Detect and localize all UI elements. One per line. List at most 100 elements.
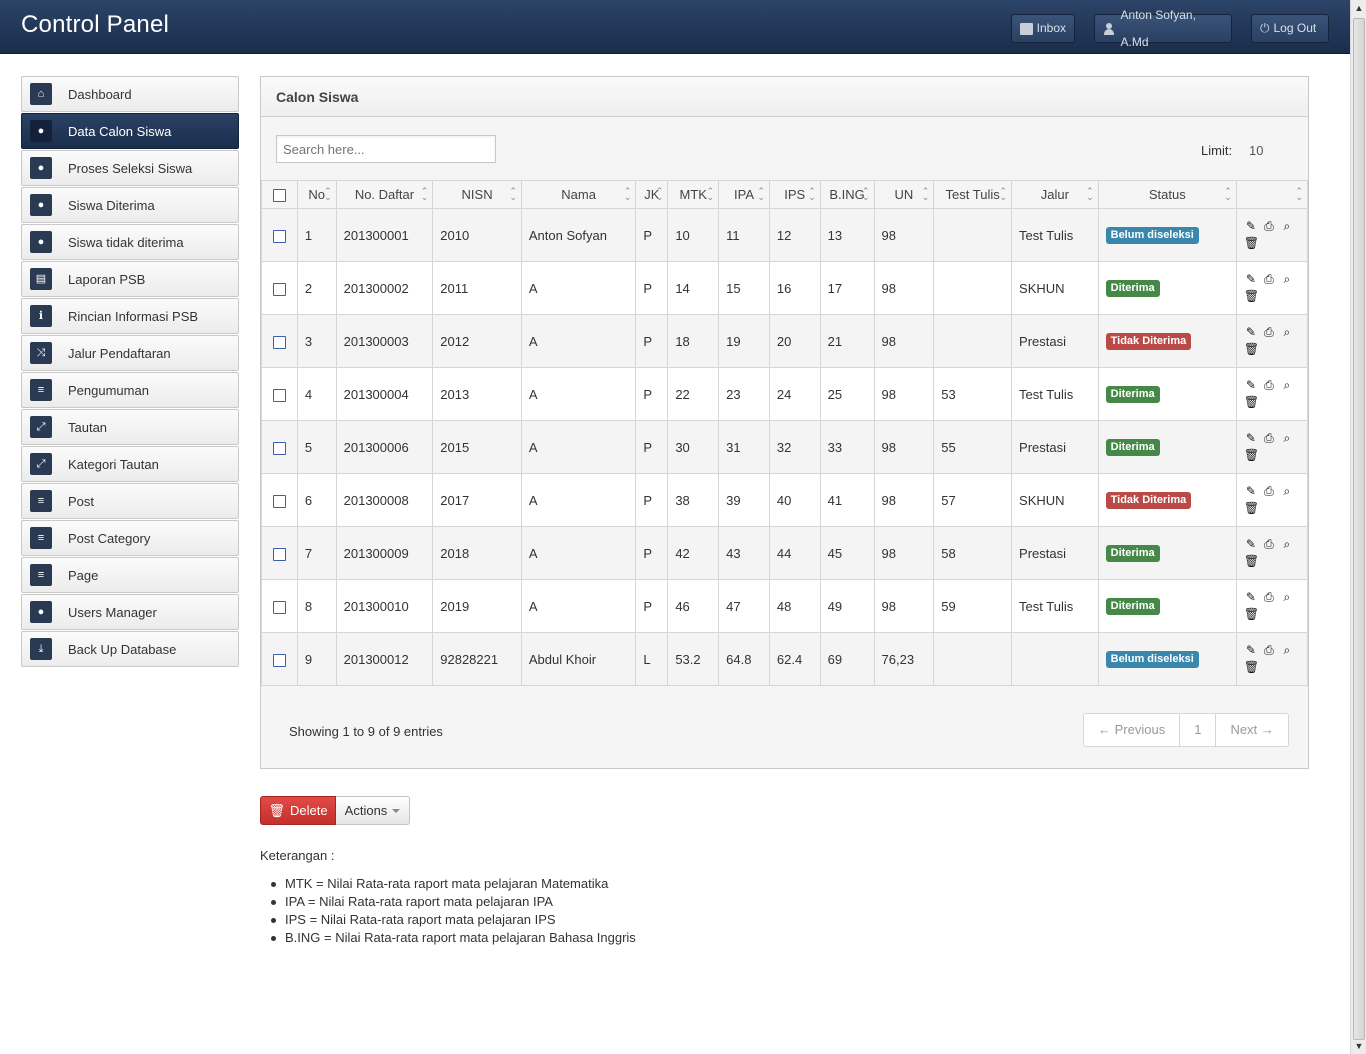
cell-no: 2	[296, 261, 337, 315]
column-header[interactable]: IPA ⌃ ⌄	[718, 180, 770, 209]
user-button[interactable]: Anton Sofyan, A.Md	[1094, 8, 1232, 49]
zoom-icon[interactable]: ⌕	[1280, 431, 1294, 446]
search-input[interactable]	[276, 135, 496, 163]
print-icon[interactable]: ⎙	[1262, 325, 1276, 340]
sidebar-item-label: Tautan	[68, 419, 108, 435]
logout-button[interactable]: ⏻ Log Out	[1251, 14, 1329, 43]
delete-button[interactable]: 🗑 Delete	[260, 796, 336, 825]
zoom-icon[interactable]: ⌕	[1280, 378, 1294, 393]
limit-select[interactable]: 10	[1249, 143, 1263, 158]
row-checkbox[interactable]	[272, 547, 286, 561]
trash-icon[interactable]: 🗑	[1244, 501, 1259, 516]
row-checkbox[interactable]	[272, 388, 286, 402]
column-header[interactable]: NISN ⌃ ⌄	[432, 180, 522, 209]
trash-icon[interactable]: 🗑	[1244, 554, 1259, 569]
column-header[interactable]: No ⌃ ⌄	[296, 180, 337, 209]
edit-icon[interactable]: ✎	[1244, 219, 1258, 234]
edit-icon[interactable]: ✎	[1244, 590, 1258, 605]
sidebar-item-post-category[interactable]: ≡ Post Category	[21, 520, 239, 556]
next-page-button[interactable]: Next →	[1215, 714, 1287, 746]
scroll-down-icon[interactable]: ▼	[1352, 1039, 1366, 1053]
row-checkbox[interactable]	[272, 282, 286, 296]
zoom-icon[interactable]: ⌕	[1280, 643, 1294, 658]
row-checkbox[interactable]	[272, 600, 286, 614]
edit-icon[interactable]: ✎	[1244, 272, 1258, 287]
print-icon[interactable]: ⎙	[1262, 537, 1276, 552]
trash-icon[interactable]: 🗑	[1244, 236, 1259, 251]
sidebar-item-post[interactable]: ≡ Post	[21, 483, 239, 519]
select-all-checkbox[interactable]	[272, 189, 286, 203]
table-row: 7 201300009 2018 A P 42 43 44 45 98 58 Prestasi Dite…	[261, 526, 1309, 580]
user-icon: ●	[30, 194, 52, 216]
column-header[interactable]: IPS ⌃ ⌄	[768, 180, 821, 209]
scroll-thumb[interactable]	[1353, 18, 1365, 1040]
trash-icon[interactable]: 🗑	[1244, 607, 1259, 622]
zoom-icon[interactable]: ⌕	[1280, 219, 1294, 234]
print-icon[interactable]: ⎙	[1262, 219, 1276, 234]
cell-test: 59	[933, 579, 1013, 633]
row-checkbox[interactable]	[272, 335, 286, 349]
column-header[interactable]: Nama ⌃ ⌄	[520, 180, 637, 209]
cell-actions: ✎ ⎙ ⌕ 🗑	[1235, 314, 1309, 368]
column-header[interactable]: Test Tulis ⌃ ⌄	[933, 180, 1013, 209]
print-icon[interactable]: ⎙	[1262, 590, 1276, 605]
sidebar-item-users-manager[interactable]: ● Users Manager	[21, 594, 239, 630]
sidebar-item-back-up-database[interactable]: ⤓ Back Up Database	[21, 631, 239, 667]
inbox-button[interactable]: Inbox	[1011, 14, 1075, 43]
print-icon[interactable]: ⎙	[1262, 378, 1276, 393]
zoom-icon[interactable]: ⌕	[1280, 484, 1294, 499]
zoom-icon[interactable]: ⌕	[1280, 325, 1294, 340]
sort-icon: ⌃ ⌄	[655, 186, 664, 202]
trash-icon[interactable]: 🗑	[1244, 342, 1259, 357]
column-header[interactable]: Jalur ⌃ ⌄	[1011, 180, 1099, 209]
sidebar-item-jalur-pendaftaran[interactable]: ⤨ Jalur Pendaftaran	[21, 335, 239, 371]
column-header[interactable]: MTK ⌃ ⌄	[667, 180, 720, 209]
cell-ipa: 31	[718, 420, 770, 474]
edit-icon[interactable]: ✎	[1244, 325, 1258, 340]
actions-dropdown[interactable]: Actions	[336, 796, 410, 825]
sidebar-item-tautan[interactable]: ⤢ Tautan	[21, 409, 239, 445]
print-icon[interactable]: ⎙	[1262, 431, 1276, 446]
row-checkbox[interactable]	[272, 441, 286, 455]
edit-icon[interactable]: ✎	[1244, 537, 1258, 552]
column-header[interactable]: B.ING ⌃ ⌄	[819, 180, 875, 209]
zoom-icon[interactable]: ⌕	[1280, 537, 1294, 552]
sidebar-item-laporan-psb[interactable]: ▤ Laporan PSB	[21, 261, 239, 297]
edit-icon[interactable]: ✎	[1244, 431, 1258, 446]
sidebar-item-kategori-tautan[interactable]: ⤢ Kategori Tautan	[21, 446, 239, 482]
prev-page-button[interactable]: ← Previous	[1084, 714, 1179, 746]
zoom-icon[interactable]: ⌕	[1280, 272, 1294, 287]
print-icon[interactable]: ⎙	[1262, 643, 1276, 658]
page-scrollbar[interactable]: ▲ ▼	[1350, 0, 1366, 1054]
cell-un: 98	[873, 473, 935, 527]
sidebar-item-rincian-informasi-psb[interactable]: ℹ Rincian Informasi PSB	[21, 298, 239, 334]
sidebar-item-dashboard[interactable]: ⌂ Dashboard	[21, 76, 239, 112]
sidebar-item-siswa-tidak-diterima[interactable]: ● Siswa tidak diterima	[21, 224, 239, 260]
edit-icon[interactable]: ✎	[1244, 643, 1258, 658]
sidebar-item-page[interactable]: ≡ Page	[21, 557, 239, 593]
trash-icon[interactable]: 🗑	[1244, 660, 1259, 675]
column-header[interactable]: No. Daftar ⌃ ⌄	[335, 180, 434, 209]
row-checkbox[interactable]	[272, 494, 286, 508]
zoom-icon[interactable]: ⌕	[1280, 590, 1294, 605]
page-1-button[interactable]: 1	[1179, 714, 1215, 746]
print-icon[interactable]: ⎙	[1262, 272, 1276, 287]
column-header[interactable]: Status ⌃ ⌄	[1097, 180, 1237, 209]
column-header[interactable]: JK ⌃ ⌄	[635, 180, 669, 209]
print-icon[interactable]: ⎙	[1262, 484, 1276, 499]
trash-icon[interactable]: 🗑	[1244, 448, 1259, 463]
edit-icon[interactable]: ✎	[1244, 484, 1258, 499]
trash-icon[interactable]: 🗑	[1244, 395, 1259, 410]
table-row: 8 201300010 2019 A P 46 47 48 49 98 59 Test Tulis Di…	[261, 579, 1309, 633]
row-checkbox[interactable]	[272, 653, 286, 667]
scroll-up-icon[interactable]: ▲	[1352, 1, 1366, 15]
sidebar-item-proses-seleksi-siswa[interactable]: ● Proses Seleksi Siswa	[21, 150, 239, 186]
sidebar-item-siswa-diterima[interactable]: ● Siswa Diterima	[21, 187, 239, 223]
sidebar-item-pengumuman[interactable]: ≡ Pengumuman	[21, 372, 239, 408]
column-header[interactable]: UN ⌃ ⌄	[873, 180, 935, 209]
edit-icon[interactable]: ✎	[1244, 378, 1258, 393]
trash-icon[interactable]: 🗑	[1244, 289, 1259, 304]
sidebar-item-data-calon-siswa[interactable]: ● Data Calon Siswa	[21, 113, 239, 149]
row-checkbox[interactable]	[272, 229, 286, 243]
column-header[interactable]: ⌃ ⌄	[1235, 180, 1309, 209]
